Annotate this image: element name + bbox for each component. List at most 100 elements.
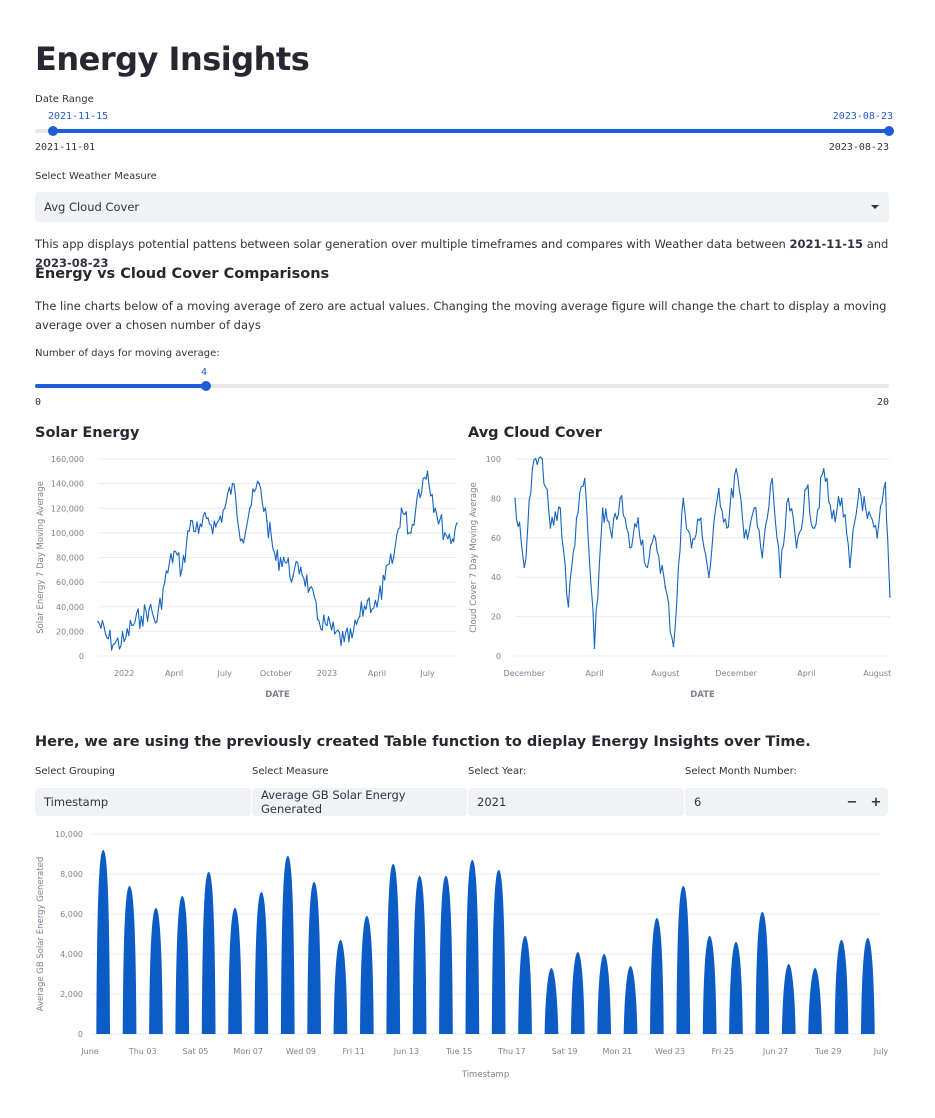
x-tick-label: Thu 03 <box>128 1047 157 1056</box>
x-tick-label: Mon 21 <box>603 1047 633 1056</box>
data-point <box>275 559 277 561</box>
solar-energy-line-chart: 0 20,000 40,000 60,000 80,000 100,000 120,000 1… <box>36 455 458 700</box>
moving-average-slider-track[interactable] <box>35 384 889 388</box>
grouping-select[interactable]: Timestamp <box>35 788 251 816</box>
chevron-down-icon <box>871 205 879 209</box>
data-point <box>241 538 243 540</box>
data-point <box>156 620 158 623</box>
bar <box>439 876 453 1034</box>
x-axis-label: DATE <box>265 690 290 700</box>
data-point <box>106 636 108 639</box>
bar <box>650 918 664 1034</box>
data-point <box>384 578 386 581</box>
month-number-input[interactable]: 6 − + <box>685 788 888 816</box>
x-tick-label: October <box>260 669 293 678</box>
data-point <box>611 537 613 539</box>
y-tick-label: 20,000 <box>56 627 84 636</box>
data-point <box>795 546 798 549</box>
data-point <box>619 497 621 500</box>
cloud-chart-title: Avg Cloud Cover <box>468 425 602 441</box>
data-point <box>358 615 361 618</box>
data-point <box>366 599 369 602</box>
data-point <box>148 608 150 610</box>
y-axis-label: Solar Energy 7 Day Moving Average <box>36 481 46 634</box>
decrement-button[interactable]: − <box>841 788 863 816</box>
series-line <box>97 470 458 651</box>
increment-button[interactable]: + <box>865 788 887 816</box>
weather-measure-value: Avg Cloud Cover <box>44 200 140 214</box>
x-tick-label: July <box>217 669 233 678</box>
bar <box>228 908 242 1034</box>
y-tick-label: 0 <box>78 1030 83 1039</box>
data-point <box>672 645 675 647</box>
x-tick-label: Jun 13 <box>393 1047 419 1056</box>
x-tick-label: 2023 <box>317 669 337 678</box>
data-point <box>343 640 346 642</box>
data-point <box>434 507 437 510</box>
data-point <box>637 517 639 519</box>
y-tick-label: 100,000 <box>51 529 84 538</box>
cloud-cover-line-chart: 0 20 40 60 80 100 December April August December A… <box>469 455 891 700</box>
moving-average-value: 4 <box>201 367 208 378</box>
x-tick-label: December <box>504 669 546 678</box>
data-point <box>514 497 516 500</box>
x-tick-label: Sat 05 <box>183 1047 209 1056</box>
weather-measure-select[interactable]: Avg Cloud Cover <box>35 192 889 222</box>
moving-average-max: 20 <box>876 397 889 408</box>
data-point <box>266 519 268 522</box>
bar <box>861 938 875 1034</box>
date-range-max: 2023-08-23 <box>828 142 889 153</box>
x-tick-label: 2022 <box>114 669 134 678</box>
measure-value: Average GB Solar Energy Generated <box>261 788 406 816</box>
solar-chart-title: Solar Energy <box>35 425 140 441</box>
x-tick-label: Tue 29 <box>814 1047 841 1056</box>
data-point <box>376 606 378 608</box>
month-label: Select Month Number: <box>685 766 797 777</box>
data-point <box>601 507 604 510</box>
data-point <box>726 527 728 529</box>
date-range-label: Date Range <box>35 94 94 105</box>
data-point <box>123 640 125 642</box>
x-tick-label: June <box>80 1047 99 1056</box>
y-axis-label: Cloud Cover 7 Day Moving Average <box>469 482 479 633</box>
date-range-slider-track[interactable] <box>35 129 889 133</box>
table-section-heading: Here, we are using the previously create… <box>35 734 811 750</box>
y-tick-label: 0 <box>79 652 84 661</box>
measure-label: Select Measure <box>252 766 329 777</box>
data-point <box>451 538 454 540</box>
year-input[interactable]: 2021 <box>468 788 684 816</box>
data-point <box>858 487 860 490</box>
y-tick-label: 10,000 <box>55 830 83 839</box>
bar <box>122 886 137 1034</box>
x-tick-label: Thu 17 <box>497 1047 526 1056</box>
x-tick-label: December <box>715 669 757 678</box>
y-axis-label: Average GB Solar Energy Generated <box>36 857 46 1012</box>
date-range-min: 2021-11-01 <box>35 142 96 153</box>
bar <box>544 968 559 1034</box>
y-tick-label: 80,000 <box>56 554 84 563</box>
comparison-description: The line charts below of a moving averag… <box>35 299 887 332</box>
data-point <box>400 507 403 510</box>
bar <box>518 936 532 1034</box>
date-range-end-value: 2023-08-23 <box>832 111 893 122</box>
data-point <box>531 468 534 470</box>
data-point <box>700 517 702 519</box>
data-point <box>417 489 420 491</box>
moving-average-handle[interactable] <box>201 381 211 391</box>
bar <box>280 856 295 1034</box>
month-value: 6 <box>694 795 702 809</box>
y-tick-label: 80 <box>491 494 501 503</box>
measure-select[interactable]: Average GB Solar Energy Generated <box>252 788 467 816</box>
moving-average-slider-fill <box>35 384 206 388</box>
bar <box>254 892 269 1034</box>
x-tick-label: August <box>863 669 891 678</box>
date-range-end-handle[interactable] <box>884 126 894 136</box>
data-point <box>410 532 412 534</box>
intro-start-date: 2021-11-15 <box>789 237 864 251</box>
data-point <box>300 566 302 569</box>
date-range-start-handle[interactable] <box>48 126 58 136</box>
x-tick-label: Wed 09 <box>286 1047 316 1056</box>
solar-energy-bar-chart: 0 2,000 4,000 6,000 8,000 10,000 June Thu 03 Sat… <box>36 830 888 1080</box>
y-tick-label: 0 <box>496 652 501 661</box>
y-tick-label: 2,000 <box>60 990 83 999</box>
